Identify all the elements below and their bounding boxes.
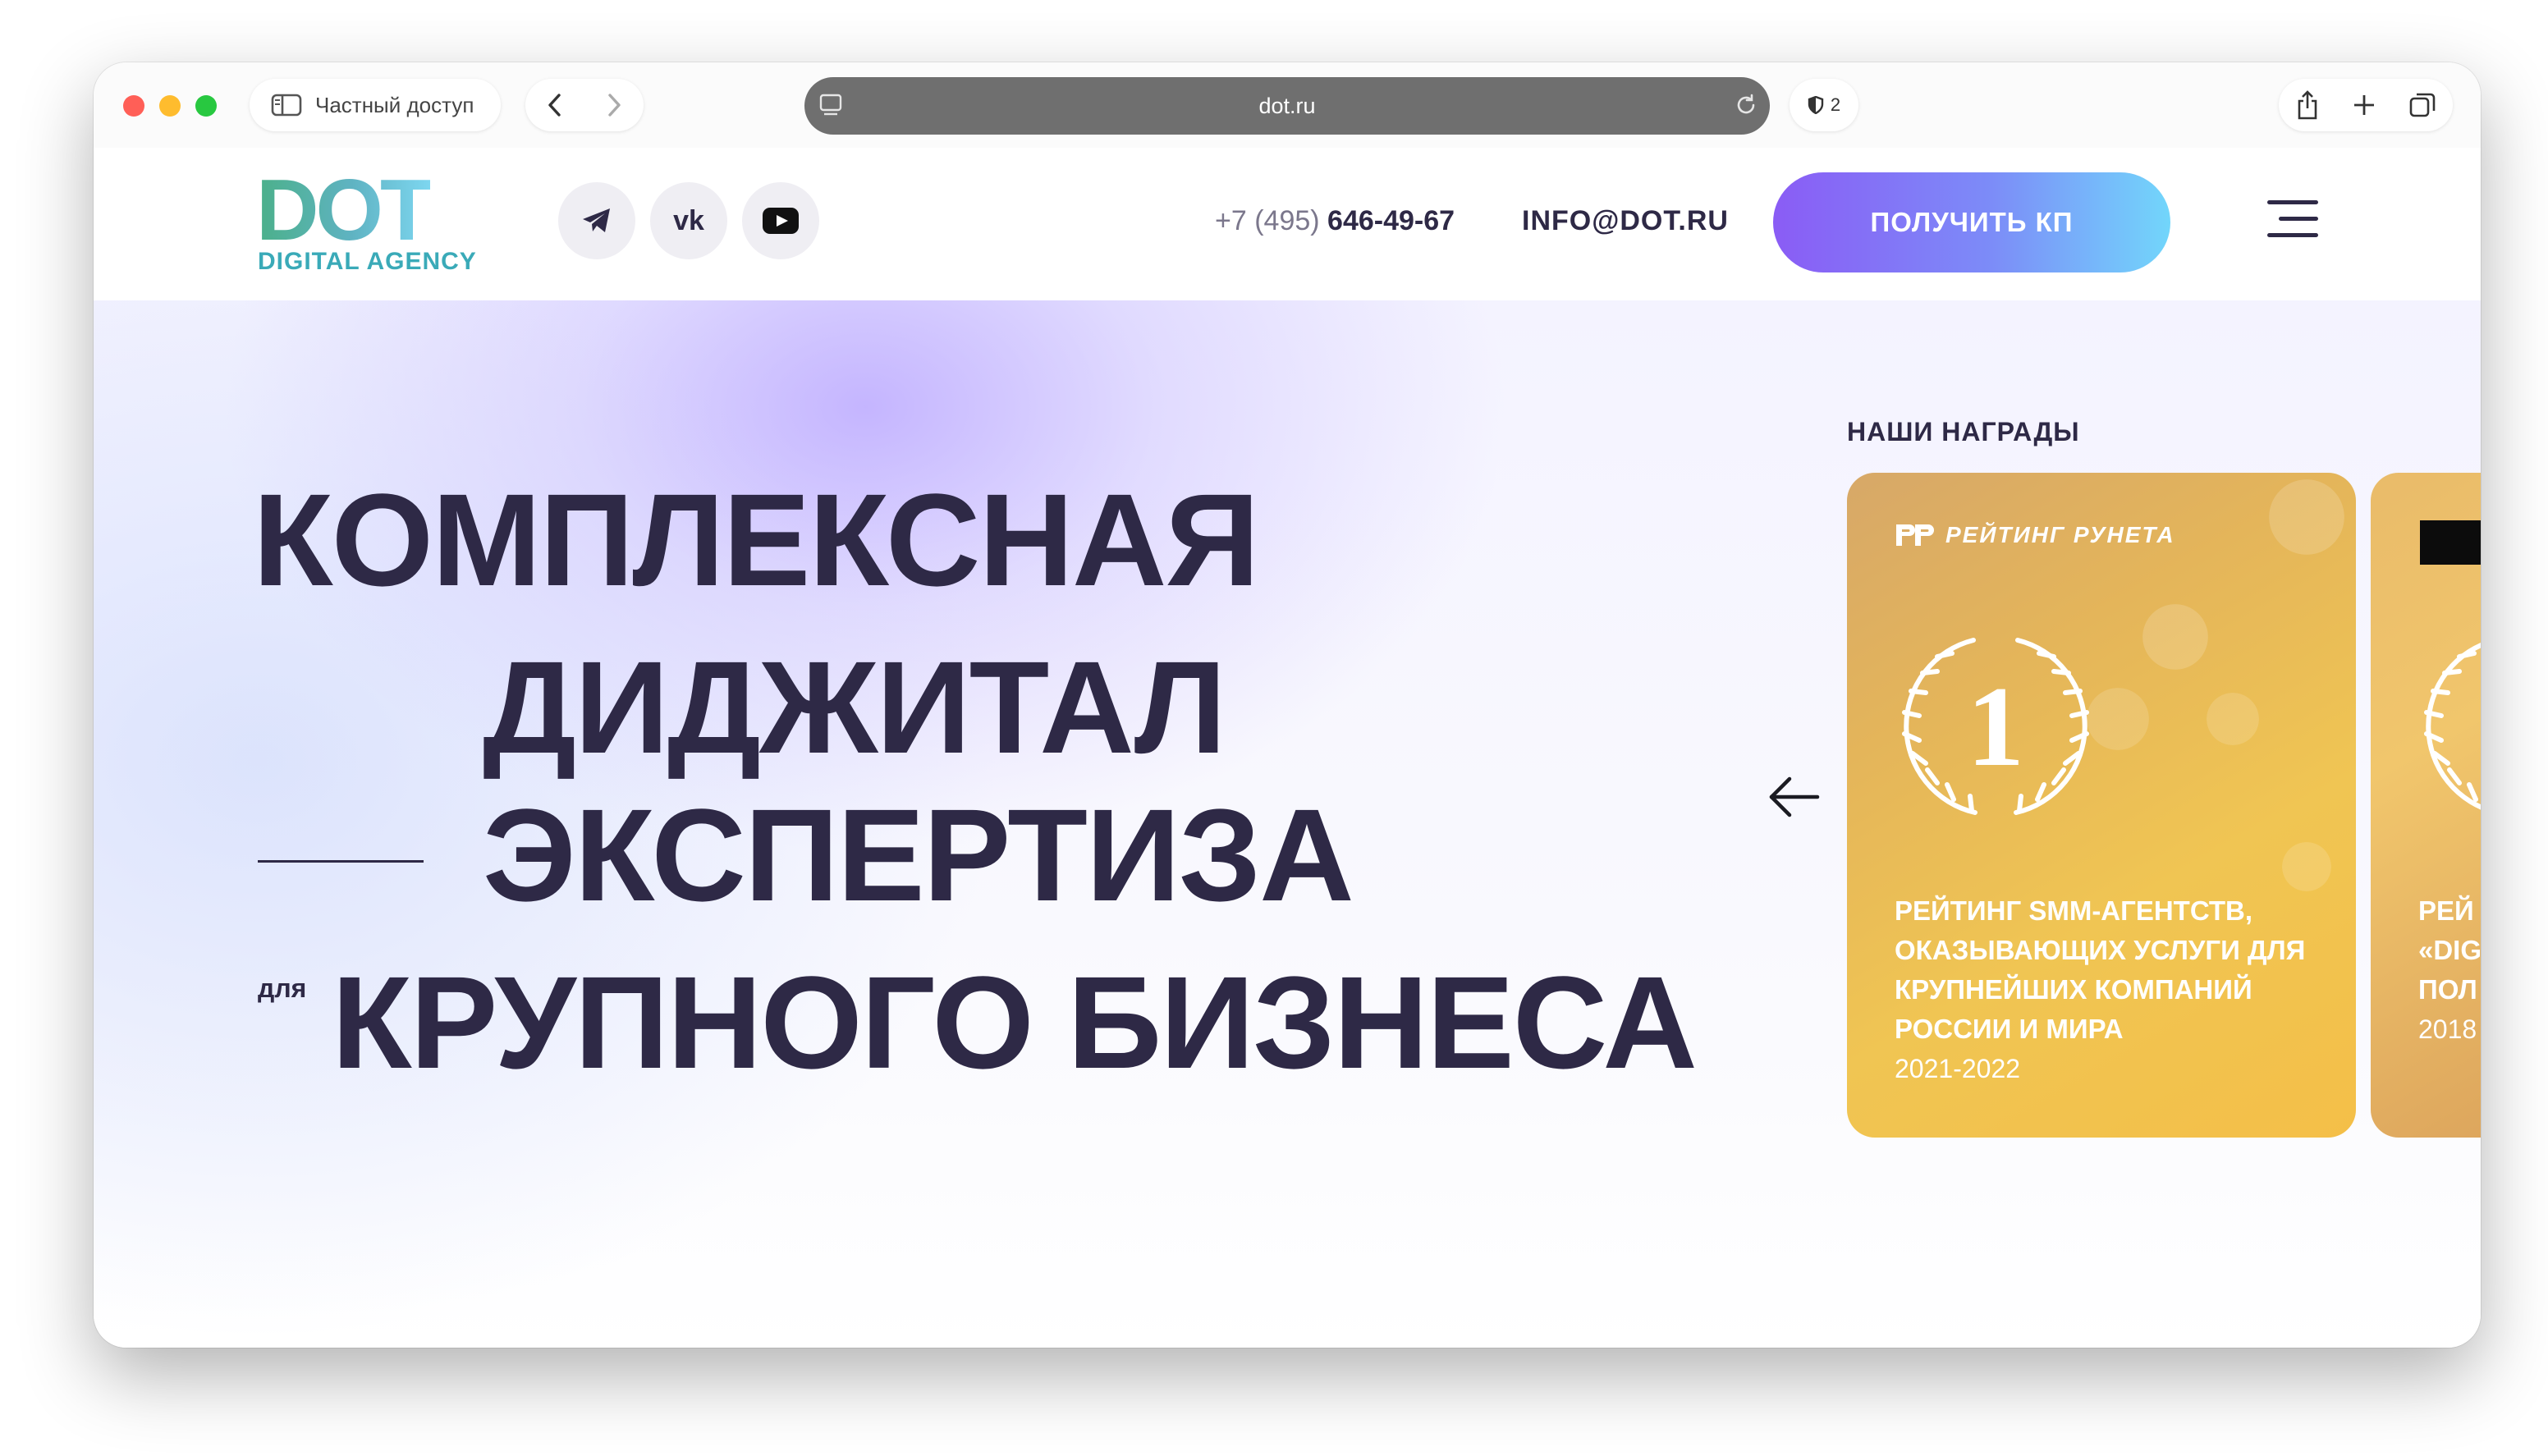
- dot-logo[interactable]: DOT DIGITAL AGENCY: [256, 167, 489, 279]
- award-2-title: РЕЙ «DIG ПОЛ: [2418, 891, 2481, 1010]
- share-icon[interactable]: [2295, 89, 2320, 121]
- new-tab-icon[interactable]: [2352, 93, 2376, 117]
- youtube-link[interactable]: [742, 182, 819, 259]
- address-bar[interactable]: dot.ru: [804, 77, 1770, 135]
- tabs-overview-icon[interactable]: [2408, 91, 2436, 119]
- reload-icon[interactable]: [1734, 93, 1758, 117]
- phone-number: 646-49-67: [1327, 205, 1455, 236]
- telegram-link[interactable]: [558, 182, 635, 259]
- arrow-left-icon[interactable]: [1767, 775, 1822, 819]
- browser-actions: [2279, 79, 2453, 131]
- sidebar-toggle-button[interactable]: Частный доступ: [250, 79, 501, 131]
- runet-rating-logo: РЕЙТИНГ РУНЕТА: [1895, 522, 2175, 548]
- chevron-right-icon: [608, 94, 621, 117]
- sidebar-icon: [271, 94, 302, 117]
- page-menu-icon: [819, 94, 842, 116]
- award-2-line-1: РЕЙ: [2418, 895, 2474, 926]
- site-header: DOT DIGITAL AGENCY vk +7 (495) 646-49-67…: [94, 148, 2481, 300]
- vk-link[interactable]: vk: [650, 182, 727, 259]
- award-2-line-3: ПОЛ: [2418, 974, 2477, 1005]
- hero-line-3: ЭКСПЕРТИЗА: [483, 781, 1354, 928]
- forward-button[interactable]: [584, 79, 644, 131]
- award-2-line-2: «DIG: [2418, 935, 2481, 965]
- tracker-count: 2: [1830, 94, 1841, 115]
- minimize-window-button[interactable]: [159, 95, 181, 117]
- hero-section: КОМПЛЕКСНАЯ ДИДЖИТАЛ ЭКСПЕРТИЗА для КРУП…: [94, 300, 2481, 1348]
- award-2-year: 2018: [2418, 1014, 2477, 1044]
- chevron-left-icon: [548, 94, 561, 117]
- browser-window: Частный доступ dot.ru 2 DOT DIGITAL AGEN…: [94, 62, 2481, 1348]
- award-logo-black: [2420, 520, 2481, 565]
- hero-line-1: КОМПЛЕКСНАЯ: [253, 466, 1260, 613]
- award-place: 1: [1967, 663, 2024, 790]
- runet-rating-text: РЕЙТИНГ РУНЕТА: [1945, 522, 2175, 547]
- youtube-icon: [763, 208, 799, 234]
- hero-line-2: ДИДЖИТАЛ: [483, 634, 1226, 781]
- privacy-report-button[interactable]: 2: [1790, 79, 1858, 131]
- shield-icon: [1808, 96, 1824, 114]
- phone-link[interactable]: +7 (495) 646-49-67: [1215, 205, 1455, 237]
- url-text: dot.ru: [1258, 93, 1316, 118]
- phone-prefix: +7 (495): [1215, 205, 1320, 236]
- zoom-window-button[interactable]: [195, 95, 217, 117]
- award-card-partial[interactable]: РЕЙ «DIG ПОЛ 2018: [2371, 473, 2481, 1138]
- private-mode-label: Частный доступ: [315, 92, 474, 117]
- telegram-icon: [583, 208, 610, 232]
- close-window-button[interactable]: [123, 95, 144, 117]
- hero-divider: [258, 860, 424, 863]
- awards-title: НАШИ НАГРАДЫ: [1847, 417, 2080, 446]
- back-button[interactable]: [525, 79, 584, 131]
- email-link[interactable]: INFO@DOT.RU: [1522, 205, 1729, 237]
- award-title: РЕЙТИНГ SMM-АГЕНТСТВ, ОКАЗЫВАЮЩИХ УСЛУГИ…: [1895, 895, 2306, 1044]
- hamburger-menu-icon[interactable]: [2267, 200, 2318, 238]
- vk-icon: vk: [673, 204, 704, 236]
- hero-for-label: для: [258, 973, 307, 1003]
- logo-wordmark: DOT: [256, 162, 433, 259]
- award-years: 2021-2022: [1895, 1054, 2021, 1083]
- logo-subtitle: DIGITAL AGENCY: [258, 248, 477, 275]
- laurel-wreath-icon: 1: [1902, 638, 2089, 815]
- rr-logo-icon: [1896, 524, 1934, 546]
- laurel-wreath-icon: [2424, 642, 2481, 810]
- award-card[interactable]: РЕЙТИНГ РУНЕТА 1 РЕЙТИНГ SMM-АГЕНТСТВ, О…: [1847, 473, 2356, 1138]
- navigation-buttons: [525, 79, 644, 131]
- get-offer-button[interactable]: ПОЛУЧИТЬ КП: [1773, 172, 2170, 272]
- hero-line-4: КРУПНОГО БИЗНЕСА: [332, 949, 1698, 1096]
- browser-toolbar: Частный доступ dot.ru 2: [94, 62, 2481, 148]
